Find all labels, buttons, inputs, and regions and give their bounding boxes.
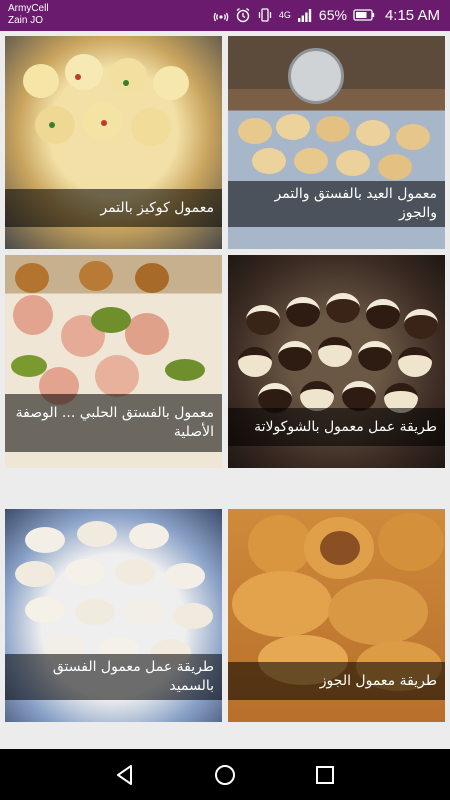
recipe-title: معمول كوكيز بالتمر bbox=[5, 189, 222, 227]
carrier-name-2: Zain JO bbox=[8, 15, 44, 26]
recipe-title: معمول العيد بالفستق والتمر والجوز bbox=[228, 181, 445, 227]
status-bar: ArmyCell Zain JO 4G 65% 4:15 AM bbox=[0, 0, 450, 31]
recipe-title: معمول بالفستق الحلبي ... الوصفة الأصلية bbox=[5, 394, 222, 452]
recipe-card-5[interactable]: طريقة عمل معمول الفستق بالسميد bbox=[5, 509, 222, 722]
home-icon[interactable] bbox=[213, 763, 237, 787]
recipe-title: طريقة معمول الجوز bbox=[228, 662, 445, 700]
recipe-title: طريقة عمل معمول الفستق بالسميد bbox=[5, 654, 222, 700]
recipe-card-6[interactable]: طريقة معمول الجوز bbox=[228, 509, 445, 722]
carrier-name-1: ArmyCell bbox=[8, 3, 49, 14]
vibrate-icon bbox=[257, 7, 273, 23]
navigation-bar bbox=[0, 749, 450, 800]
clock: 4:15 AM bbox=[384, 6, 440, 24]
back-icon[interactable] bbox=[113, 763, 137, 787]
recipe-card-4[interactable]: طريقة عمل معمول بالشوكولاتة bbox=[228, 255, 445, 468]
battery-icon bbox=[353, 7, 375, 23]
recents-icon[interactable] bbox=[313, 763, 337, 787]
recipe-card-2[interactable]: معمول العيد بالفستق والتمر والجوز bbox=[228, 36, 445, 249]
recipe-card-3[interactable]: معمول بالفستق الحلبي ... الوصفة الأصلية bbox=[5, 255, 222, 468]
hotspot-icon bbox=[213, 7, 229, 23]
battery-percent: 65% bbox=[318, 7, 347, 23]
recipe-grid: معمول كوكيز بالتمر معمول العيد بالفستق و… bbox=[0, 31, 450, 749]
recipe-title: طريقة عمل معمول بالشوكولاتة bbox=[228, 408, 445, 446]
alarm-icon bbox=[235, 7, 251, 23]
signal-icon bbox=[297, 7, 313, 23]
network-type: 4G bbox=[278, 10, 291, 20]
status-icons: 4G 65% 4:15 AM bbox=[213, 5, 440, 25]
carrier-info: ArmyCell Zain JO bbox=[8, 3, 49, 27]
recipe-card-1[interactable]: معمول كوكيز بالتمر bbox=[5, 36, 222, 249]
